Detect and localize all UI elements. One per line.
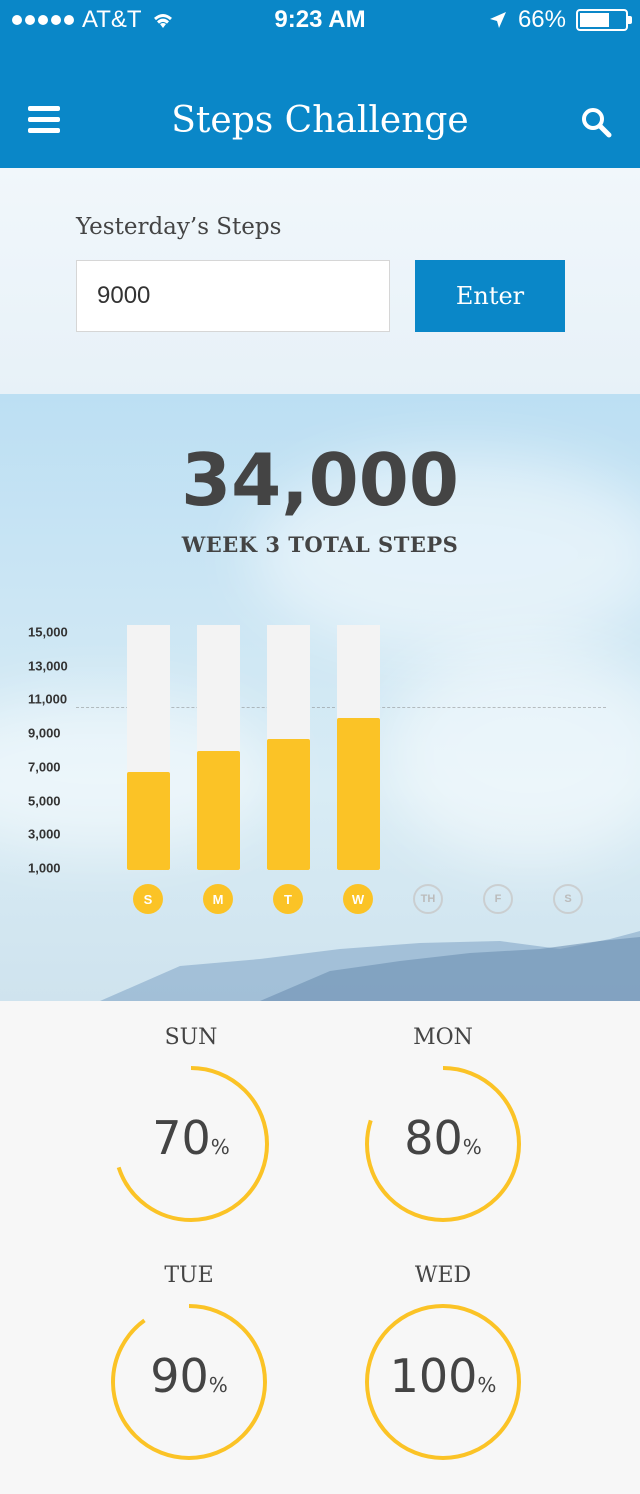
percent-value: 70%	[106, 1111, 276, 1165]
steps-entry-section: Yesterday’s Steps Enter	[0, 168, 640, 394]
day-marker[interactable]: M	[203, 884, 233, 914]
day-marker[interactable]: S	[133, 884, 163, 914]
week-total-steps: 34,000	[181, 438, 459, 522]
bar-s-0	[126, 772, 170, 870]
enter-button[interactable]: Enter	[415, 260, 565, 332]
app-header: AT&T 9:23 AM 66% Steps Challenge	[0, 0, 640, 168]
page-title: Steps Challenge	[171, 100, 469, 141]
y-tick-label: 7,000	[28, 759, 61, 775]
percent-number: 90	[150, 1349, 209, 1403]
percent-symbol: %	[208, 1373, 228, 1397]
bar-track	[126, 625, 170, 870]
y-tick-label: 13,000	[28, 658, 68, 674]
location-arrow-icon	[489, 12, 506, 28]
percent-value: 90%	[104, 1349, 274, 1403]
status-bar: AT&T 9:23 AM 66%	[0, 0, 640, 40]
battery-icon	[576, 9, 632, 31]
steps-input[interactable]	[76, 260, 390, 332]
day-marker[interactable]: TH	[413, 884, 443, 914]
percent-value: 80%	[358, 1111, 528, 1165]
day-marker[interactable]: F	[483, 884, 513, 914]
day-marker[interactable]: T	[273, 884, 303, 914]
weekly-summary: 34,000 WEEK 3 TOTAL STEPS 15,000 13,000 11…	[0, 394, 640, 1001]
bar-m-1	[196, 750, 240, 870]
y-tick-label: 15,000	[28, 624, 68, 640]
percent-number: 80	[404, 1111, 463, 1165]
search-icon[interactable]	[580, 106, 612, 138]
week-total-caption: WEEK 3 TOTAL STEPS	[181, 532, 459, 557]
bar-track	[196, 625, 240, 870]
bar-t-2	[266, 739, 310, 870]
y-tick-label: 11,000	[28, 691, 68, 707]
daily-progress-section: SUN 70% MON 80% TUE 90% WED 100%	[0, 1001, 640, 1494]
battery-percent: 66%	[517, 6, 566, 33]
day-name-label: WED	[414, 1263, 472, 1288]
y-tick-label: 5,000	[28, 793, 61, 808]
yesterday-steps-label: Yesterday’s Steps	[76, 214, 282, 240]
percent-symbol: %	[210, 1135, 230, 1159]
bar-track	[336, 625, 380, 870]
percent-symbol: %	[462, 1135, 482, 1159]
day-name-label: SUN	[164, 1025, 218, 1050]
y-tick-label: 1,000	[28, 860, 61, 876]
y-tick-label: 3,000	[28, 826, 61, 842]
percent-number: 100	[389, 1349, 478, 1403]
percent-value: 100%	[358, 1349, 528, 1403]
bar-w-3	[336, 718, 380, 870]
nav-bar: Steps Challenge	[0, 80, 640, 168]
mountains-illustration	[100, 931, 640, 1001]
bar-track	[266, 625, 310, 870]
percent-number: 70	[152, 1111, 211, 1165]
status-right: 66%	[488, 6, 632, 34]
percent-symbol: %	[477, 1373, 497, 1397]
day-marker[interactable]: W	[343, 884, 373, 914]
day-name-label: MON	[413, 1025, 473, 1050]
day-marker[interactable]: S	[553, 884, 583, 914]
y-tick-label: 9,000	[28, 725, 61, 741]
day-name-label: TUE	[164, 1263, 214, 1288]
